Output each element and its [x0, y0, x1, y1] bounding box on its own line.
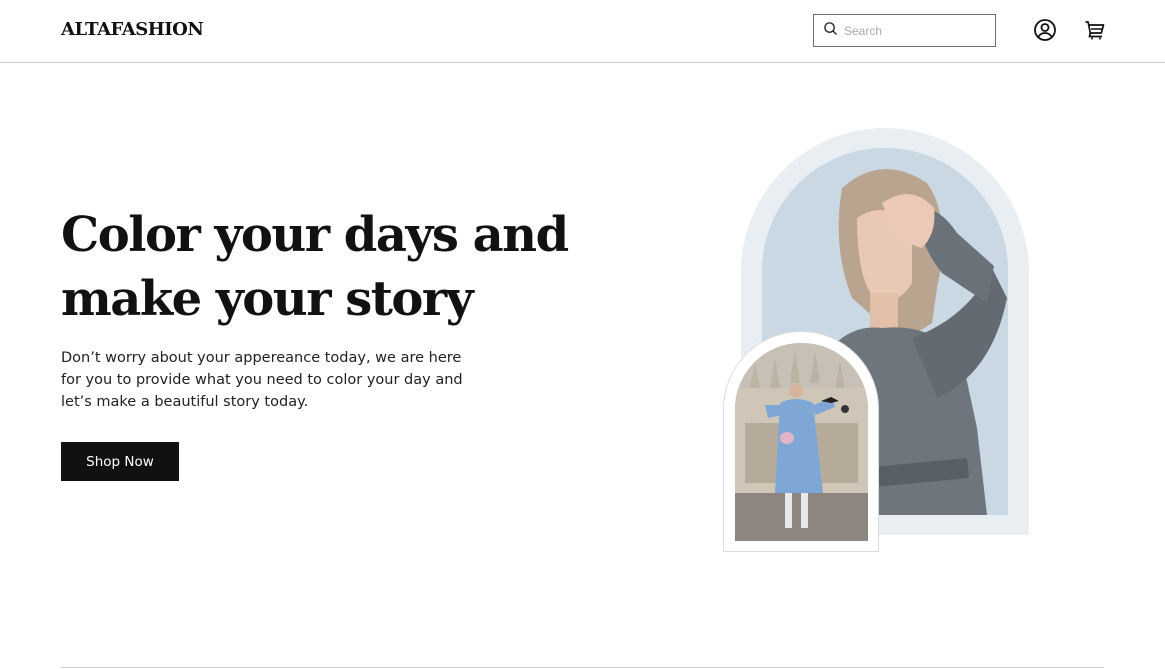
hero-headline: Color your days and make your story [61, 207, 569, 327]
site-header: ALTAFASHION [0, 0, 1165, 63]
shop-now-button[interactable]: Shop Now [61, 442, 179, 481]
street-style-image [735, 343, 868, 541]
brand-logo[interactable]: ALTAFASHION [61, 19, 204, 40]
section-divider [61, 667, 1104, 668]
user-circle-icon[interactable] [1033, 18, 1057, 42]
search-input[interactable] [844, 23, 984, 38]
search-box[interactable] [813, 14, 996, 47]
cart-icon[interactable] [1083, 18, 1107, 42]
search-icon [823, 21, 838, 41]
hero-description: Don’t worry about your appereance today,… [61, 350, 463, 410]
